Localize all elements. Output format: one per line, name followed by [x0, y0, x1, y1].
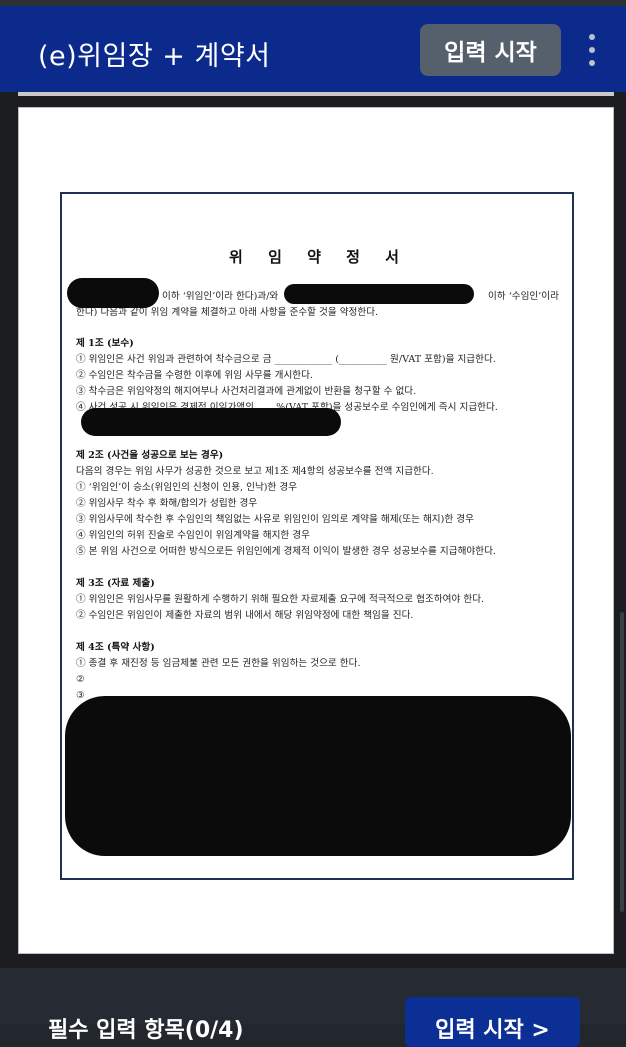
app-title: (e)위임장 + 계약서 — [38, 41, 271, 72]
article-2-item: 다음의 경우는 위임 사무가 성공한 것으로 보고 제1조 제4항의 성공보수를… — [76, 466, 434, 477]
article-4-heading: 제 4조 (특약 사항) — [76, 642, 155, 653]
redaction-mark — [65, 696, 571, 856]
scrollbar[interactable] — [620, 612, 624, 912]
document-page: 위 임 약 정 서 이하 ‘위임인’이라 한다)과/와 이하 ‘수임인’이라 한… — [18, 107, 614, 954]
article-4-item: ① 종결 후 재진정 등 임금체불 관련 모든 권한을 위임하는 것으로 한다. — [76, 658, 361, 669]
article-3-heading: 제 3조 (자료 제출) — [76, 578, 155, 589]
article-3-item: ① 위임인은 위임사무를 원활하게 수행하기 위해 필요한 자료제출 요구에 적… — [76, 594, 485, 605]
article-2-item: ① ‘위임인’이 승소(위임인의 신청이 인용, 인낙)한 경우 — [76, 482, 298, 493]
redaction-mark — [284, 284, 474, 304]
more-options-icon[interactable] — [580, 26, 604, 74]
article-4-item: ③ — [76, 690, 85, 701]
article-2-item: ③ 위임사무에 착수한 후 수임인의 책임없는 사유로 위임인이 임의로 계약을… — [76, 514, 474, 525]
bottom-start-button[interactable]: 입력 시작 > — [405, 997, 580, 1047]
article-3-item: ② 수임인은 위임인이 제출한 자료의 범위 내에서 해당 위임약정에 대한 책… — [76, 610, 414, 621]
intro-line-1b: 이하 ‘수임인’이라 — [488, 291, 559, 302]
document-title: 위 임 약 정 서 — [229, 248, 409, 266]
article-1-item: ③ 착수금은 위임약정의 해지여부나 사건처리결과에 관계없이 반환을 청구할 … — [76, 386, 417, 397]
article-2-item: ② 위임사무 착수 후 화해/합의가 성립한 경우 — [76, 498, 258, 509]
article-1-heading: 제 1조 (보수) — [76, 338, 134, 349]
document-viewer[interactable]: 위 임 약 정 서 이하 ‘위임인’이라 한다)과/와 이하 ‘수임인’이라 한… — [0, 92, 626, 968]
app-bar: (e)위임장 + 계약서 입력 시작 — [0, 6, 626, 92]
start-input-button[interactable]: 입력 시작 — [420, 24, 561, 76]
article-2-item: ⑤ 본 위임 사건으로 어떠한 방식으로든 위임인에게 경제적 이익이 발생한 … — [76, 546, 496, 557]
previous-page-edge — [18, 92, 614, 96]
intro-line-1a: 이하 ‘위임인’이라 한다)과/와 — [162, 291, 279, 302]
required-fields-label: 필수 입력 항목(0/4) — [48, 1018, 244, 1043]
intro-line-2: 한다) 다음과 같이 위임 계약을 체결하고 아래 사항을 준수할 것을 약정한… — [76, 307, 379, 318]
article-2-heading: 제 2조 (사건을 성공으로 보는 경우) — [76, 450, 224, 461]
redaction-mark — [81, 408, 341, 436]
redaction-mark — [67, 278, 159, 308]
article-2-item: ④ 위임인의 허위 진술로 수임인이 위임계약을 해지한 경우 — [76, 530, 310, 541]
article-1-item: ① 위임인은 사건 위임과 관련하여 착수금으로 금 ____________ … — [76, 354, 496, 365]
article-4-item: ② — [76, 674, 85, 685]
article-1-item: ② 수임인은 착수금을 수령한 이후에 위임 사무를 개시한다. — [76, 370, 313, 381]
